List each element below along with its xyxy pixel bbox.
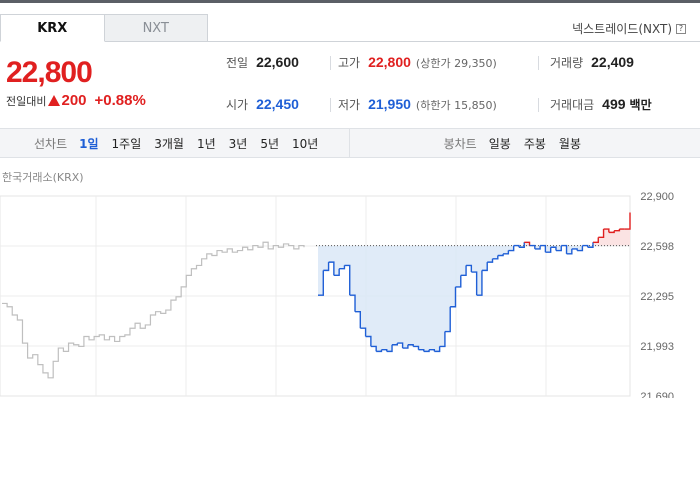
stat-volume: 거래량 22,409 <box>550 54 634 70</box>
top-border <box>0 0 700 3</box>
candle-daily[interactable]: 일봉 <box>489 135 511 152</box>
y-tick-label: 22,900 <box>640 191 674 203</box>
change-value: 200 <box>61 92 87 109</box>
stat-amount: 거래대금 499 백만 <box>550 96 652 112</box>
period-3y[interactable]: 3년 <box>229 135 248 152</box>
price-line-chart[interactable]: 22,900 22,598 22,295 21,993 21,690 <box>0 186 700 398</box>
period-10y[interactable]: 10년 <box>292 135 318 152</box>
period-5y[interactable]: 5년 <box>260 135 279 152</box>
stat-low: 저가 21,950 (하한가 15,850) <box>338 96 497 112</box>
period-3m[interactable]: 3개월 <box>154 135 184 152</box>
y-axis-labels: 22,900 22,598 22,295 21,993 21,690 <box>640 191 674 398</box>
stat-prev-close: 전일 22,600 <box>226 54 299 70</box>
stat-high: 고가 22,800 (상한가 29,350) <box>338 54 497 70</box>
period-1w[interactable]: 1주일 <box>112 135 142 152</box>
nxt-link-label: 넥스트레이드(NXT) <box>572 22 672 36</box>
change-percent: +0.88% <box>94 92 146 109</box>
y-tick-label: 21,993 <box>640 341 674 353</box>
y-tick-label: 22,295 <box>640 291 674 303</box>
candle-monthly[interactable]: 월봉 <box>559 135 581 152</box>
change-label: 전일대비 <box>6 94 47 108</box>
candle-chart-periods: 봉차트 일봉 주봉 월봉 <box>351 129 700 157</box>
chart-title: 한국거래소(KRX) <box>2 171 84 184</box>
candle-weekly[interactable]: 주봉 <box>524 135 546 152</box>
market-tabs: KRX NXT <box>0 14 208 42</box>
chart-toolbar: 선차트 1일 1주일 3개월 1년 3년 5년 10년 봉차트 일봉 주봉 월봉 <box>0 128 700 158</box>
stat-divider <box>538 56 539 70</box>
price-change: 전일대비 200 +0.88% <box>6 92 146 109</box>
stat-divider <box>330 98 331 112</box>
tab-nxt[interactable]: NXT <box>104 14 208 42</box>
stat-divider <box>538 98 539 112</box>
stat-divider <box>330 56 331 70</box>
y-tick-label: 21,690 <box>640 391 674 398</box>
candle-chart-label: 봉차트 <box>443 136 477 151</box>
stat-open: 시가 22,450 <box>226 96 299 112</box>
nxt-info-link[interactable]: 넥스트레이드(NXT) ? <box>572 20 686 37</box>
question-mark-icon[interactable]: ? <box>676 23 686 34</box>
y-tick-label: 22,598 <box>640 241 674 253</box>
tabs-divider <box>208 41 700 42</box>
quote-stats: 전일 22,600 고가 22,800 (상한가 29,350) 거래량 22,… <box>208 48 700 118</box>
line-chart-label: 선차트 <box>34 136 68 151</box>
period-1y[interactable]: 1년 <box>197 135 216 152</box>
current-price: 22,800 <box>6 56 93 89</box>
tab-krx[interactable]: KRX <box>0 14 105 42</box>
up-triangle-icon <box>48 95 61 106</box>
line-chart-periods: 선차트 1일 1주일 3개월 1년 3년 5년 10년 <box>0 129 350 157</box>
period-1d[interactable]: 1일 <box>79 135 98 152</box>
